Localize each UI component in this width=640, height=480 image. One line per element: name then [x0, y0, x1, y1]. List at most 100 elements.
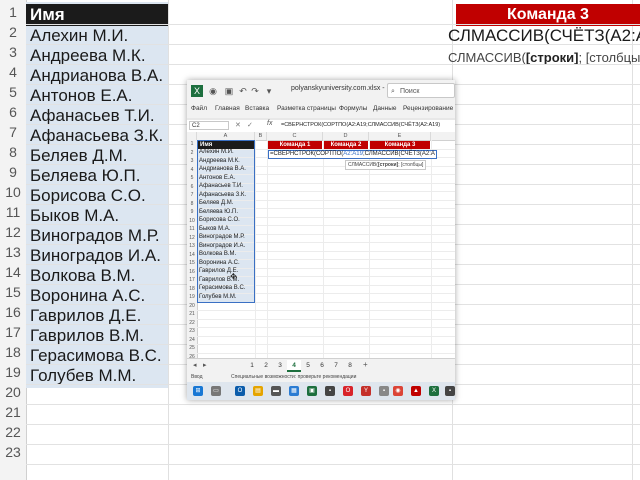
name-cell[interactable]: Алехин М.И.: [199, 149, 234, 155]
name-cell[interactable]: Волкова В.М.: [199, 251, 236, 257]
command-header[interactable]: Команда 3: [370, 141, 430, 149]
sheet-tab[interactable]: 4: [287, 360, 301, 372]
sheet-tab[interactable]: 3: [273, 360, 287, 372]
row-header[interactable]: 19: [187, 294, 197, 300]
app-icon-dark[interactable]: ▪: [325, 386, 335, 396]
menu-item[interactable]: Данные: [373, 105, 396, 112]
search-placeholder: Поиск: [400, 88, 420, 95]
search-input[interactable]: ⌕ Поиск: [387, 83, 455, 98]
chat-icon[interactable]: ▬: [271, 386, 281, 396]
name-cell[interactable]: Андреева М.К.: [199, 158, 240, 164]
menu-item[interactable]: Формулы: [339, 105, 367, 112]
sheet-tab[interactable]: 2: [259, 360, 273, 372]
name-cell[interactable]: Герасимова В.С.: [199, 285, 245, 291]
sheet-tab[interactable]: 8: [343, 360, 357, 372]
insert-function-button[interactable]: fx: [267, 120, 272, 127]
name-cell[interactable]: Беляева Ю.П.: [199, 209, 238, 215]
row-header[interactable]: 2: [187, 150, 197, 156]
undo-icon[interactable]: ↶: [237, 85, 249, 97]
name-cell[interactable]: Голубев М.М.: [199, 294, 237, 300]
row-header[interactable]: 13: [187, 243, 197, 249]
prev-sheet-icon[interactable]: ◂: [193, 361, 197, 369]
app-icon-red[interactable]: ▲: [411, 386, 421, 396]
row-header[interactable]: 24: [187, 337, 197, 343]
row-header[interactable]: 5: [187, 175, 197, 181]
name-cell[interactable]: Борисова С.О.: [199, 217, 240, 223]
app-icon[interactable]: ▣: [307, 386, 317, 396]
row-header[interactable]: 20: [187, 303, 197, 309]
chrome-icon[interactable]: ◉: [393, 386, 403, 396]
active-cell-formula[interactable]: =СВЕРНСТРОК(СОРТПО(A2:A19;СЛМАССИВ(СЧЁТЗ…: [268, 150, 437, 159]
worksheet-grid[interactable]: ABCDE 1 2 3 4 5 6 7 8 9 10 11 12 13 14 15 16 17 18 19 20 21 2…: [187, 132, 455, 358]
menu-item[interactable]: Вставка: [245, 105, 269, 112]
row-header[interactable]: 25: [187, 345, 197, 351]
row-header[interactable]: 22: [187, 320, 197, 326]
row-header[interactable]: 23: [187, 328, 197, 334]
name-cell[interactable]: Антонов Е.А.: [199, 175, 235, 181]
name-cell[interactable]: Афанасьева З.К.: [199, 192, 246, 198]
save-icon[interactable]: ▣: [223, 85, 235, 97]
row-header[interactable]: 8: [187, 201, 197, 207]
command-header[interactable]: Команда 1: [268, 141, 322, 149]
name-cell[interactable]: Быков М.А.: [199, 226, 230, 232]
column-header[interactable]: D: [323, 132, 369, 140]
name-cell[interactable]: Виноградов М.Р.: [199, 234, 245, 240]
name-cell[interactable]: Афанасьев Т.И.: [199, 183, 243, 189]
row-header[interactable]: 21: [187, 311, 197, 317]
row-header[interactable]: 6: [187, 184, 197, 190]
menu-item[interactable]: Разметка страницы: [277, 105, 336, 112]
row-header[interactable]: 10: [187, 218, 197, 224]
sheet-tab[interactable]: 7: [329, 360, 343, 372]
app-icon-small[interactable]: ▪: [445, 386, 455, 396]
column-header[interactable]: A: [197, 132, 255, 140]
name-cell[interactable]: Беляев Д.М.: [199, 200, 233, 206]
row-header[interactable]: 11: [187, 226, 197, 232]
row-header[interactable]: 3: [187, 158, 197, 164]
excel-taskbar-icon[interactable]: X: [429, 386, 439, 396]
column-header[interactable]: B: [255, 132, 267, 140]
select-all-corner[interactable]: [187, 132, 197, 140]
calendar-icon[interactable]: ▦: [289, 386, 299, 396]
row-header[interactable]: 1: [187, 141, 197, 147]
column-header[interactable]: C: [267, 132, 323, 140]
cancel-icon[interactable]: ✕: [235, 121, 241, 129]
name-cell[interactable]: Воронина А.С.: [199, 260, 240, 266]
customize-toolbar-icon[interactable]: ▾: [263, 85, 275, 97]
accessibility-status[interactable]: Специальные возможности: проверьте реком…: [231, 372, 356, 382]
outlook-icon[interactable]: O: [235, 386, 245, 396]
row-header[interactable]: 7: [187, 192, 197, 198]
sheet-tab[interactable]: 6: [315, 360, 329, 372]
row-header[interactable]: 17: [187, 277, 197, 283]
row-header[interactable]: 16: [187, 269, 197, 275]
file-explorer-icon[interactable]: ▤: [253, 386, 263, 396]
redo-icon[interactable]: ↷: [249, 85, 261, 97]
add-sheet-button[interactable]: +: [363, 360, 368, 369]
formula-input[interactable]: =СВЕРНСТРОК(СОРТПО(A2:A19;СЛМАССИВ(СЧЁТЗ…: [281, 122, 440, 128]
yandex-icon[interactable]: Y: [361, 386, 371, 396]
row-header[interactable]: 12: [187, 235, 197, 241]
enter-icon[interactable]: ✓: [247, 121, 253, 129]
autosave-toggle-icon[interactable]: ◉: [207, 85, 219, 97]
background-row-number: 2: [9, 24, 17, 40]
opera-icon[interactable]: O: [343, 386, 353, 396]
task-view-icon[interactable]: ▭: [211, 386, 221, 396]
row-header[interactable]: 14: [187, 252, 197, 258]
windows-start-icon[interactable]: ⊞: [193, 386, 203, 396]
menu-item[interactable]: Главная: [215, 105, 240, 112]
column-header[interactable]: E: [369, 132, 431, 140]
name-cell[interactable]: Андрианова В.А.: [199, 166, 246, 172]
menu-item[interactable]: Рецензирование: [403, 105, 453, 112]
app-icon-grey[interactable]: ▪: [379, 386, 389, 396]
name-cell[interactable]: Виноградов И.А.: [199, 243, 245, 249]
next-sheet-icon[interactable]: ▸: [203, 361, 207, 369]
command-header[interactable]: Команда 2: [324, 141, 368, 149]
sheet-tab[interactable]: 5: [301, 360, 315, 372]
row-header[interactable]: 18: [187, 286, 197, 292]
name-box[interactable]: C2: [189, 121, 229, 130]
menu-item[interactable]: Файл: [191, 105, 207, 112]
row-header[interactable]: 15: [187, 260, 197, 266]
sheet-tab[interactable]: 1: [245, 360, 259, 372]
header-cell-name[interactable]: Имя: [198, 141, 254, 149]
row-header[interactable]: 9: [187, 209, 197, 215]
row-header[interactable]: 4: [187, 167, 197, 173]
